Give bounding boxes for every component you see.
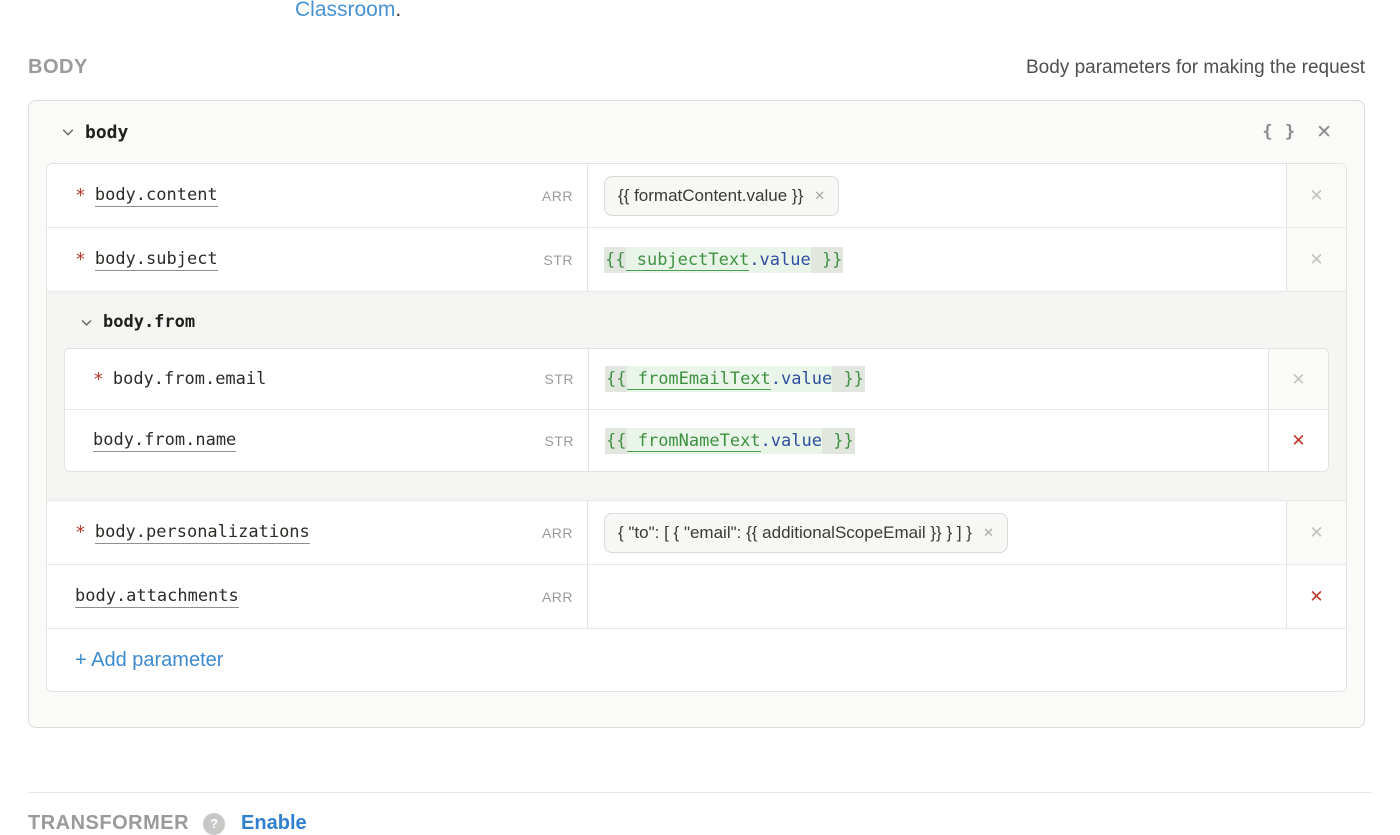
- type-badge: ARR: [542, 188, 573, 204]
- delete-param-icon[interactable]: ✕: [1291, 432, 1305, 449]
- token-close-brace: }}: [832, 366, 865, 392]
- token-reference: fromNameText: [627, 431, 760, 452]
- chevron-down-icon[interactable]: [80, 316, 93, 329]
- delete-param-icon: ✕: [1309, 187, 1323, 204]
- chip-remove-icon[interactable]: ✕: [814, 188, 825, 204]
- token-close-brace: }}: [822, 428, 855, 454]
- required-asterisk: *: [75, 522, 86, 543]
- breadcrumb-link-classroom[interactable]: Classroom.: [295, 0, 401, 22]
- chip-label: {{ formatContent.value }}: [618, 186, 803, 206]
- required-asterisk: *: [93, 369, 104, 390]
- param-row-attachments: body.attachments ARR ✕: [47, 565, 1346, 629]
- param-name-personalizations[interactable]: body.personalizations: [95, 522, 310, 544]
- transformer-section-header: TRANSFORMER ? Enable: [28, 812, 307, 835]
- section-divider: [28, 792, 1372, 793]
- help-icon[interactable]: ?: [203, 813, 225, 835]
- value-input-personalizations[interactable]: { "to": [ { "email": {{ additionalScopeE…: [587, 501, 1286, 564]
- param-name-body-subject[interactable]: body.subject: [95, 249, 218, 271]
- token-property: .value: [749, 250, 810, 270]
- section-description: Body parameters for making the request: [1026, 57, 1365, 79]
- add-parameter-row: + Add parameter: [47, 629, 1346, 691]
- template-token[interactable]: {{ fromNameText.value }}: [605, 428, 855, 454]
- parameter-table: * body.content ARR {{ formatContent.valu…: [46, 163, 1347, 692]
- param-name-body-content[interactable]: body.content: [95, 185, 218, 207]
- template-token[interactable]: {{ subjectText.value }}: [604, 247, 843, 273]
- param-row-from-name: body.from.name STR {{ fromNameText.value…: [65, 410, 1328, 471]
- token-open-brace: {{: [605, 366, 627, 392]
- token-property: .value: [761, 431, 822, 451]
- transformer-title: TRANSFORMER: [28, 812, 189, 835]
- value-input-from-name[interactable]: {{ fromNameText.value }}: [588, 410, 1268, 471]
- classroom-link[interactable]: Classroom: [295, 0, 395, 21]
- token-reference: subjectText: [626, 250, 749, 271]
- value-input-body-subject[interactable]: {{ subjectText.value }}: [587, 228, 1286, 291]
- chevron-down-icon[interactable]: [61, 125, 75, 139]
- page-title: BODY: [28, 56, 88, 79]
- param-row-subject: * body.subject STR {{ subjectText.value …: [47, 228, 1346, 292]
- value-input-from-email[interactable]: {{ fromEmailText.value }}: [588, 349, 1268, 409]
- nested-parameter-table: * body.from.email STR {{ fromEmailText.v…: [64, 348, 1329, 472]
- template-token[interactable]: {{ fromEmailText.value }}: [605, 366, 865, 392]
- chip-label: { "to": [ { "email": {{ additionalScopeE…: [618, 523, 972, 543]
- required-asterisk: *: [75, 185, 86, 206]
- delete-param-icon[interactable]: ✕: [1309, 588, 1323, 605]
- param-group-body-from: body.from * body.from.email STR {{ fromE…: [47, 292, 1346, 501]
- value-chip[interactable]: { "to": [ { "email": {{ additionalScopeE…: [604, 513, 1008, 553]
- group-title-body-from: body.from: [103, 312, 195, 332]
- token-property: .value: [771, 369, 832, 389]
- remove-body-icon[interactable]: ✕: [1316, 123, 1332, 142]
- body-card-title: body: [85, 122, 128, 143]
- enable-transformer-button[interactable]: Enable: [241, 812, 307, 835]
- delete-param-icon: ✕: [1309, 251, 1323, 268]
- delete-param-icon: ✕: [1309, 524, 1323, 541]
- param-name-from-email[interactable]: body.from.email: [113, 369, 267, 389]
- type-badge: STR: [545, 433, 575, 449]
- type-badge: STR: [545, 371, 575, 387]
- type-badge: STR: [544, 252, 574, 268]
- token-open-brace: {{: [605, 428, 627, 454]
- json-view-icon[interactable]: { }: [1262, 122, 1296, 142]
- chip-remove-icon[interactable]: ✕: [983, 525, 994, 541]
- value-input-attachments[interactable]: [587, 565, 1286, 628]
- type-badge: ARR: [542, 525, 573, 541]
- token-reference: fromEmailText: [627, 369, 770, 390]
- sentence-period: .: [395, 0, 401, 21]
- param-name-from-name[interactable]: body.from.name: [93, 430, 236, 452]
- add-parameter-button[interactable]: + Add parameter: [75, 649, 223, 672]
- token-close-brace: }}: [811, 247, 844, 273]
- value-chip[interactable]: {{ formatContent.value }} ✕: [604, 176, 839, 216]
- param-row-personalizations: * body.personalizations ARR { "to": [ { …: [47, 501, 1346, 565]
- param-name-attachments[interactable]: body.attachments: [75, 586, 239, 608]
- delete-param-icon: ✕: [1291, 371, 1305, 388]
- param-row-content: * body.content ARR {{ formatContent.valu…: [47, 164, 1346, 228]
- value-input-body-content[interactable]: {{ formatContent.value }} ✕: [587, 164, 1286, 227]
- type-badge: ARR: [542, 589, 573, 605]
- body-parameters-card: body { } ✕ * body.content ARR {{ formatC…: [28, 100, 1365, 728]
- required-asterisk: *: [75, 249, 86, 270]
- body-section-header: BODY Body parameters for making the requ…: [28, 56, 1365, 79]
- param-row-from-email: * body.from.email STR {{ fromEmailText.v…: [65, 349, 1328, 410]
- token-open-brace: {{: [604, 247, 626, 273]
- body-card-header: body { } ✕: [29, 101, 1364, 163]
